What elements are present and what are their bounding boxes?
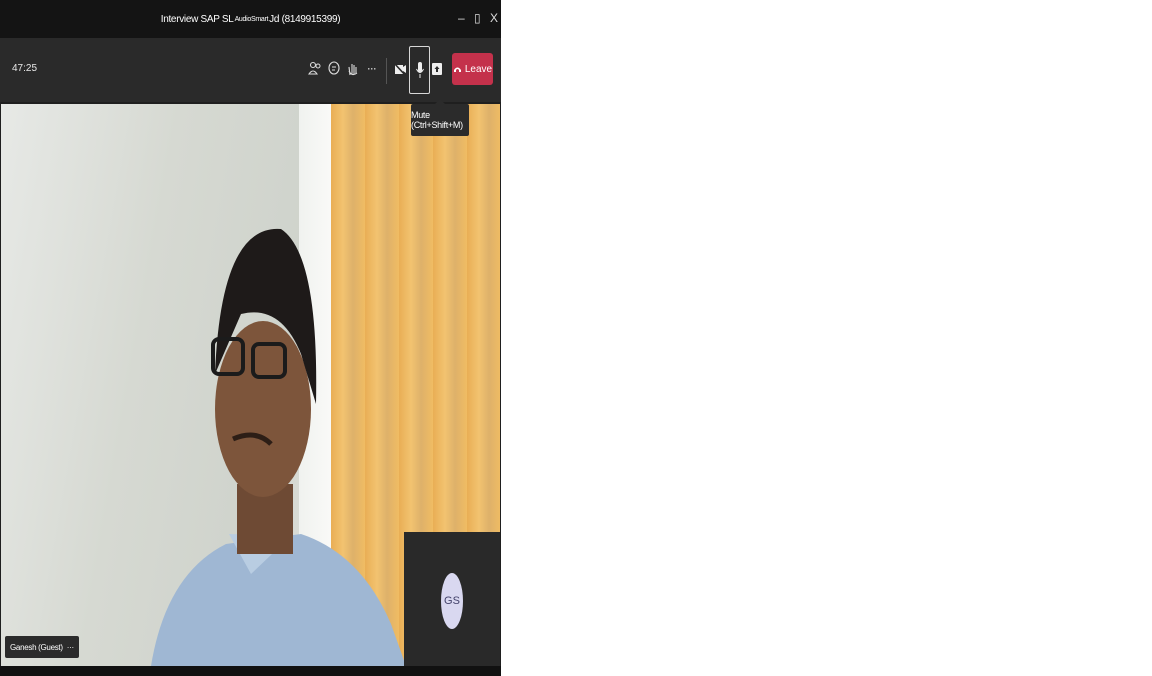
close-button[interactable]: X — [490, 9, 498, 27]
participant-name: Ganesh (Guest) — [10, 642, 63, 652]
avatar: GS — [441, 573, 463, 629]
leave-label: Leave — [464, 63, 493, 75]
phone-hangup-icon — [453, 67, 461, 72]
leave-button[interactable]: Leave — [452, 53, 493, 85]
title-bar: Interview SAP SL AudioSmart Jd (81499153… — [0, 0, 501, 38]
title-suffix: Jd (8149915399) — [269, 13, 341, 25]
title-prefix: Interview SAP SL — [160, 13, 234, 25]
microphone-icon — [415, 62, 424, 78]
participant-name-chip[interactable]: Ganesh (Guest) ··· — [5, 636, 79, 658]
more-actions-button[interactable]: ··· — [361, 56, 383, 82]
mute-tooltip: Mute (Ctrl+Shift+M) — [411, 99, 469, 136]
maximize-button[interactable]: ▯ — [474, 9, 481, 27]
meeting-window: Interview SAP SL AudioSmart Jd (81499153… — [0, 0, 501, 676]
minimize-button[interactable]: – — [458, 9, 465, 27]
chat-icon — [328, 61, 340, 75]
more-icon: ··· — [367, 64, 377, 74]
camera-button[interactable] — [389, 56, 411, 82]
meeting-toolbar: 47:25 ··· Leave — [0, 38, 501, 102]
raise-hand-icon — [348, 64, 358, 76]
people-icon — [308, 61, 321, 75]
toolbar-separator — [386, 58, 387, 84]
meeting-timer: 47:25 — [12, 63, 38, 74]
window-bottom-edge — [0, 666, 501, 676]
share-screen-button[interactable] — [426, 56, 448, 82]
share-icon — [432, 63, 442, 75]
camera-off-icon — [393, 62, 407, 77]
title-overlay: AudioSmart — [234, 15, 269, 23]
window-title: Interview SAP SL AudioSmart Jd (81499153… — [0, 0, 501, 38]
participant-more-icon[interactable]: ··· — [67, 643, 74, 652]
